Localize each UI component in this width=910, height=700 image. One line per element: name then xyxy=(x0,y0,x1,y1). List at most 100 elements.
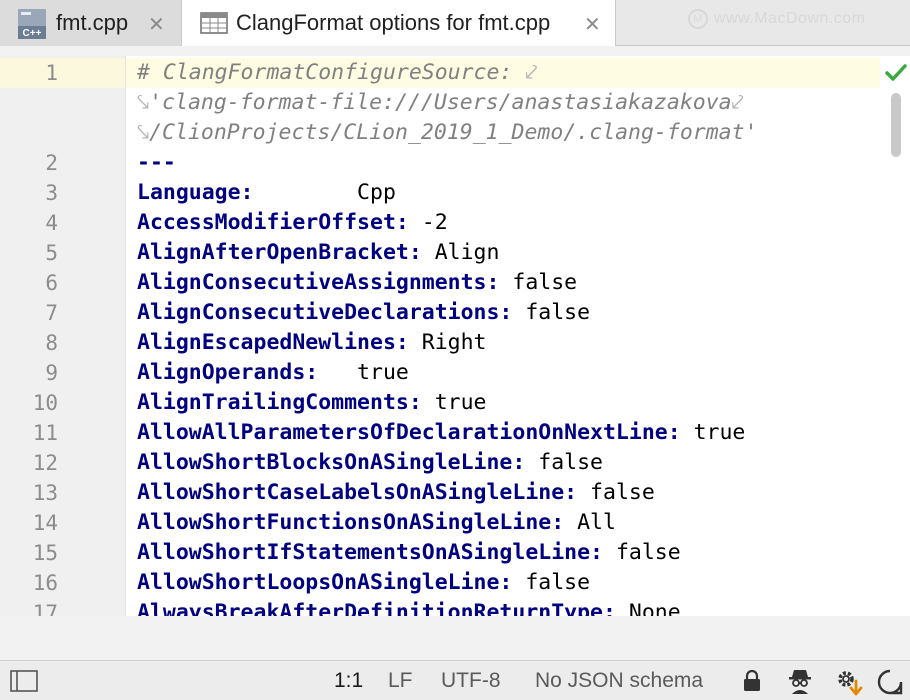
watermark-text: www.MacDown.com xyxy=(714,10,866,27)
comment-text: # ClangFormatConfigureSource: xyxy=(137,60,526,85)
yaml-value: true xyxy=(680,420,746,445)
code-line: AlignEscapedNewlines: Right xyxy=(137,328,487,358)
tab-clangformat-options[interactable]: ClangFormat options for fmt.cpp ✕ xyxy=(182,0,616,46)
yaml-value: false xyxy=(603,540,681,565)
yaml-value: None xyxy=(615,600,681,616)
line-separator[interactable]: LF xyxy=(388,669,413,693)
line-number: 2 xyxy=(45,151,58,175)
yaml-value: false xyxy=(577,480,655,505)
yaml-value: true xyxy=(421,390,487,415)
yaml-value: -2 xyxy=(408,210,448,235)
tab-label: fmt.cpp xyxy=(56,10,129,35)
code-line: AllowShortIfStatementsOnASingleLine: fal… xyxy=(137,538,681,568)
line-number: 14 xyxy=(32,511,58,535)
yaml-key: AlignOperands: xyxy=(137,360,319,385)
close-icon[interactable]: ✕ xyxy=(148,12,165,37)
table-file-icon xyxy=(200,12,228,34)
yaml-value: All xyxy=(564,510,616,535)
yaml-value: false xyxy=(499,270,578,295)
line-number: 7 xyxy=(45,301,58,325)
line-number: 13 xyxy=(32,481,58,505)
code-line: AllowShortBlocksOnASingleLine: false xyxy=(137,448,603,478)
yaml-value: false xyxy=(512,570,591,595)
code-line: AlignAfterOpenBracket: Align xyxy=(137,238,499,268)
file-encoding[interactable]: UTF-8 xyxy=(441,669,501,693)
yaml-key: AllowShortCaseLabelsOnASingleLine: xyxy=(137,480,578,505)
line-number: 8 xyxy=(45,331,58,355)
code-line: AlignOperands: true xyxy=(137,358,409,388)
status-bar: 1:1 LF UTF-8 No JSON schema xyxy=(0,660,910,700)
line-number xyxy=(0,118,58,148)
code-line: AccessModifierOffset: -2 xyxy=(137,208,448,238)
tab-fmt-cpp[interactable]: C++ fmt.cpp ✕ xyxy=(0,0,182,46)
soft-wrap-start-icon: ⤥ xyxy=(137,120,150,145)
yaml-value: Align xyxy=(421,240,500,265)
line-number: 16 xyxy=(32,571,58,595)
soft-wrap-end-icon: ⤦ xyxy=(731,90,744,115)
yaml-key: AllowAllParametersOfDeclarationOnNextLin… xyxy=(137,420,681,445)
code-line: AlignConsecutiveDeclarations: false xyxy=(137,298,590,328)
yaml-value: true xyxy=(318,360,409,385)
yaml-key: AllowShortLoopsOnASingleLine: xyxy=(137,570,513,595)
line-number: 9 xyxy=(45,361,58,385)
code-line: # ClangFormatConfigureSource: ⤦ xyxy=(137,58,537,88)
code-line: AllowShortCaseLabelsOnASingleLine: false xyxy=(137,478,655,508)
settings-gear-update-icon[interactable] xyxy=(834,667,864,697)
yaml-value: Cpp xyxy=(253,180,396,205)
tab-label: ClangFormat options for fmt.cpp xyxy=(236,10,551,35)
yaml-key: AlignEscapedNewlines: xyxy=(137,330,409,355)
line-number: 11 xyxy=(32,421,58,445)
cpp-file-icon: C++ xyxy=(18,9,46,39)
code-line: AlignTrailingComments: true xyxy=(137,388,487,418)
yaml-value: Right xyxy=(408,330,487,355)
line-number: 4 xyxy=(45,211,58,235)
code-line: Language: Cpp xyxy=(137,178,396,208)
yaml-key: AlignConsecutiveAssignments: xyxy=(137,270,500,295)
caret-position[interactable]: 1:1 xyxy=(334,669,363,693)
code-line: ⤥/ClionProjects/CLion_2019_1_Demo/.clang… xyxy=(137,118,757,148)
close-icon[interactable]: ✕ xyxy=(584,12,601,37)
yaml-key: --- xyxy=(137,150,176,175)
yaml-key: Language: xyxy=(137,180,254,205)
yaml-value: false xyxy=(525,450,603,475)
yaml-key: AllowShortIfStatementsOnASingleLine: xyxy=(137,540,603,565)
code-line: AlwaysBreakAfterDefinitionReturnType: No… xyxy=(137,598,681,616)
tool-window-toggle-icon[interactable] xyxy=(10,670,38,692)
lock-icon[interactable] xyxy=(742,669,762,693)
json-schema-selector[interactable]: No JSON schema xyxy=(535,669,703,693)
line-number: 10 xyxy=(32,391,58,415)
comment-text: 'clang-format-file:///Users/anastasiakaz… xyxy=(149,90,732,115)
line-number: 15 xyxy=(32,541,58,565)
yaml-key: AllowShortBlocksOnASingleLine: xyxy=(137,450,526,475)
line-number: 6 xyxy=(45,271,58,295)
event-log-icon[interactable] xyxy=(876,668,904,696)
yaml-key: AllowShortFunctionsOnASingleLine: xyxy=(137,510,565,535)
yaml-value: false xyxy=(512,300,591,325)
inspector-icon[interactable] xyxy=(786,667,814,695)
editor-tab-bar: C++ fmt.cpp ✕ ClangFormat options for fm… xyxy=(0,0,910,46)
line-number: 3 xyxy=(45,181,58,205)
code-line: AllowShortFunctionsOnASingleLine: All xyxy=(137,508,616,538)
code-line: AllowShortLoopsOnASingleLine: false xyxy=(137,568,590,598)
soft-wrap-start-icon: ⤥ xyxy=(137,90,150,115)
yaml-key: AlignConsecutiveDeclarations: xyxy=(137,300,513,325)
code-line: --- xyxy=(137,148,176,178)
yaml-key: AlwaysBreakAfterDefinitionReturnType: xyxy=(137,600,616,616)
line-number xyxy=(0,88,58,118)
soft-wrap-end-icon: ⤦ xyxy=(525,60,538,85)
editor-area[interactable]: 1 2 3 4 5 6 7 8 9 10 11 12 13 14 15 16 17 # ClangFormatC… xyxy=(0,56,910,616)
line-number: 1 xyxy=(45,61,58,85)
yaml-key: AlignTrailingComments: xyxy=(137,390,422,415)
vertical-scrollbar-thumb[interactable] xyxy=(891,93,901,157)
line-number: 17 xyxy=(32,601,58,616)
comment-text: /ClionProjects/CLion_2019_1_Demo/.clang-… xyxy=(149,120,758,145)
code-line: AllowAllParametersOfDeclarationOnNextLin… xyxy=(137,418,745,448)
line-number: 12 xyxy=(32,451,58,475)
check-icon xyxy=(885,64,907,81)
cpp-icon-text: C++ xyxy=(23,28,42,39)
yaml-key: AccessModifierOffset: xyxy=(137,210,409,235)
code-line: ⤥'clang-format-file:///Users/anastasiaka… xyxy=(137,88,744,118)
yaml-key: AlignAfterOpenBracket: xyxy=(137,240,422,265)
code-line: AlignConsecutiveAssignments: false xyxy=(137,268,577,298)
watermark-logo-icon: M xyxy=(688,9,708,29)
